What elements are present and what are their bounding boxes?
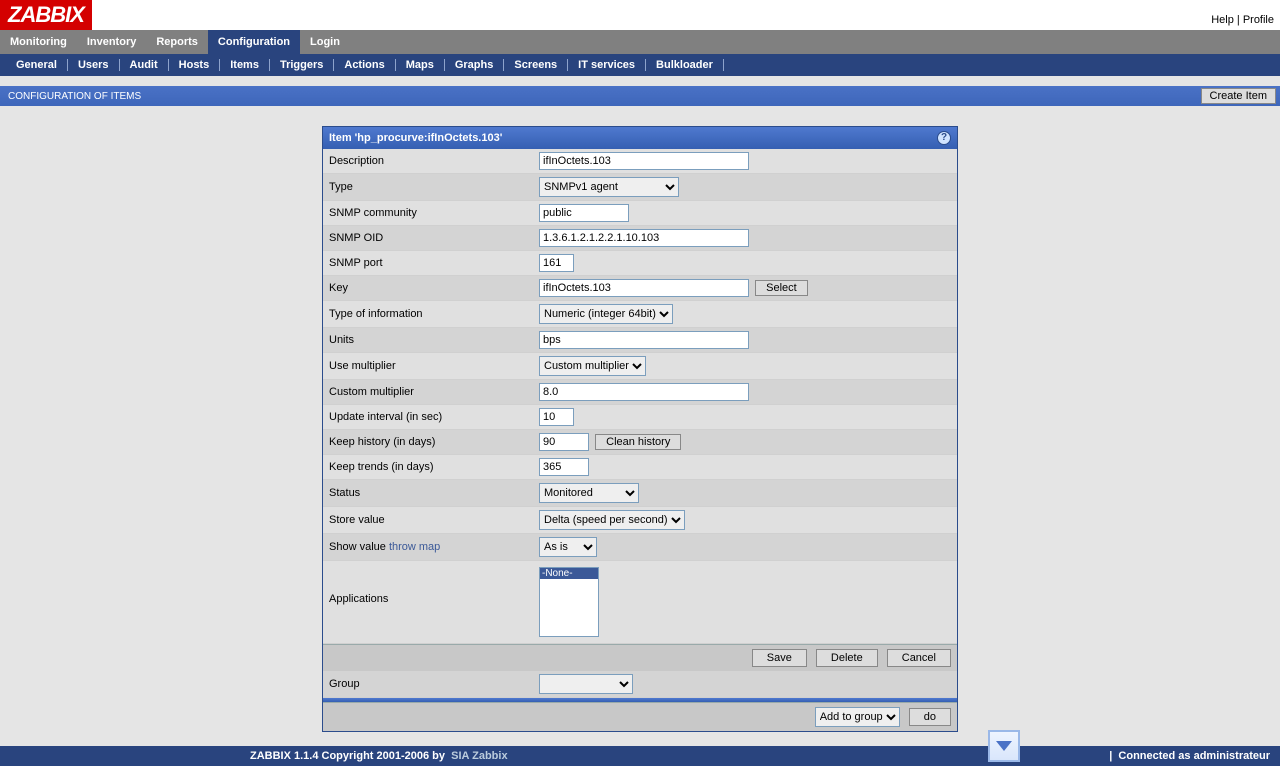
- subnav-items[interactable]: Items: [220, 59, 270, 71]
- nav-main: Monitoring Inventory Reports Configurati…: [0, 30, 1280, 54]
- tab-inventory[interactable]: Inventory: [77, 30, 147, 54]
- type-info-select[interactable]: Numeric (integer 64bit): [539, 304, 673, 324]
- label-units: Units: [329, 334, 539, 346]
- clean-history-button[interactable]: Clean history: [595, 434, 681, 450]
- units-input[interactable]: [539, 331, 749, 349]
- trends-input[interactable]: [539, 458, 589, 476]
- subnav-general[interactable]: General: [6, 59, 68, 71]
- save-button[interactable]: Save: [752, 649, 807, 667]
- help-icon[interactable]: ?: [937, 131, 951, 145]
- tab-login[interactable]: Login: [300, 30, 350, 54]
- label-use-mult: Use multiplier: [329, 360, 539, 372]
- profile-link[interactable]: Profile: [1243, 14, 1274, 26]
- subnav-hosts[interactable]: Hosts: [169, 59, 221, 71]
- footer-sia-link[interactable]: SIA Zabbix: [451, 750, 507, 762]
- label-snmp-port: SNMP port: [329, 257, 539, 269]
- update-input[interactable]: [539, 408, 574, 426]
- page-title: CONFIGURATION OF ITEMS: [8, 91, 141, 102]
- throw-map-link[interactable]: throw map: [389, 541, 440, 553]
- label-trends: Keep trends (in days): [329, 461, 539, 473]
- subnav-users[interactable]: Users: [68, 59, 120, 71]
- use-mult-select[interactable]: Custom multiplier: [539, 356, 646, 376]
- scroll-down-button[interactable]: [988, 730, 1020, 762]
- label-type: Type: [329, 181, 539, 193]
- help-link[interactable]: Help: [1211, 14, 1234, 26]
- panel-title: Item 'hp_procurve:ifInOctets.103': [329, 132, 502, 144]
- app-option-none[interactable]: -None-: [540, 568, 598, 579]
- subnav-audit[interactable]: Audit: [120, 59, 169, 71]
- footer-copyright: ZABBIX 1.1.4 Copyright 2001-2006 by: [250, 750, 445, 762]
- type-select[interactable]: SNMPv1 agent: [539, 177, 679, 197]
- custom-mult-input[interactable]: [539, 383, 749, 401]
- footer: ZABBIX 1.1.4 Copyright 2001-2006 by SIA …: [0, 746, 1280, 766]
- label-description: Description: [329, 155, 539, 167]
- applications-list[interactable]: -None-: [539, 567, 599, 637]
- select-button[interactable]: Select: [755, 280, 808, 296]
- showval-select[interactable]: As is: [539, 537, 597, 557]
- delete-button[interactable]: Delete: [816, 649, 878, 667]
- label-snmp-community: SNMP community: [329, 207, 539, 219]
- snmp-oid-input[interactable]: [539, 229, 749, 247]
- footer-connected: Connected as administrateur: [1118, 750, 1270, 762]
- addgroup-select[interactable]: Add to group: [815, 707, 900, 727]
- logo: ZABBIX: [0, 0, 92, 30]
- do-button[interactable]: do: [909, 708, 951, 726]
- label-custom-mult: Custom multiplier: [329, 386, 539, 398]
- history-input[interactable]: [539, 433, 589, 451]
- label-showval: Show value throw map: [329, 541, 539, 553]
- label-key: Key: [329, 282, 539, 294]
- subnav-graphs[interactable]: Graphs: [445, 59, 505, 71]
- snmp-community-input[interactable]: [539, 204, 629, 222]
- top-links: Help | Profile: [1211, 14, 1274, 30]
- subnav-bulkloader[interactable]: Bulkloader: [646, 59, 724, 71]
- page-header: CONFIGURATION OF ITEMS Create Item: [0, 86, 1280, 106]
- store-select[interactable]: Delta (speed per second): [539, 510, 685, 530]
- tab-monitoring[interactable]: Monitoring: [0, 30, 77, 54]
- description-input[interactable]: [539, 152, 749, 170]
- label-apps: Applications: [329, 567, 539, 605]
- snmp-port-input[interactable]: [539, 254, 574, 272]
- item-panel: Item 'hp_procurve:ifInOctets.103' ? Desc…: [322, 126, 958, 732]
- subnav-triggers[interactable]: Triggers: [270, 59, 334, 71]
- label-update: Update interval (in sec): [329, 411, 539, 423]
- group-select[interactable]: [539, 674, 633, 694]
- nav-sub: General Users Audit Hosts Items Triggers…: [0, 54, 1280, 76]
- label-snmp-oid: SNMP OID: [329, 232, 539, 244]
- subnav-maps[interactable]: Maps: [396, 59, 445, 71]
- subnav-actions[interactable]: Actions: [334, 59, 395, 71]
- label-group: Group: [329, 678, 539, 690]
- label-history: Keep history (in days): [329, 436, 539, 448]
- tab-configuration[interactable]: Configuration: [208, 30, 300, 54]
- tab-reports[interactable]: Reports: [146, 30, 208, 54]
- subnav-itservices[interactable]: IT services: [568, 59, 646, 71]
- label-status: Status: [329, 487, 539, 499]
- label-type-info: Type of information: [329, 308, 539, 320]
- label-store: Store value: [329, 514, 539, 526]
- create-item-button[interactable]: Create Item: [1201, 88, 1276, 104]
- subnav-screens[interactable]: Screens: [504, 59, 568, 71]
- key-input[interactable]: [539, 279, 749, 297]
- status-select[interactable]: Monitored: [539, 483, 639, 503]
- cancel-button[interactable]: Cancel: [887, 649, 951, 667]
